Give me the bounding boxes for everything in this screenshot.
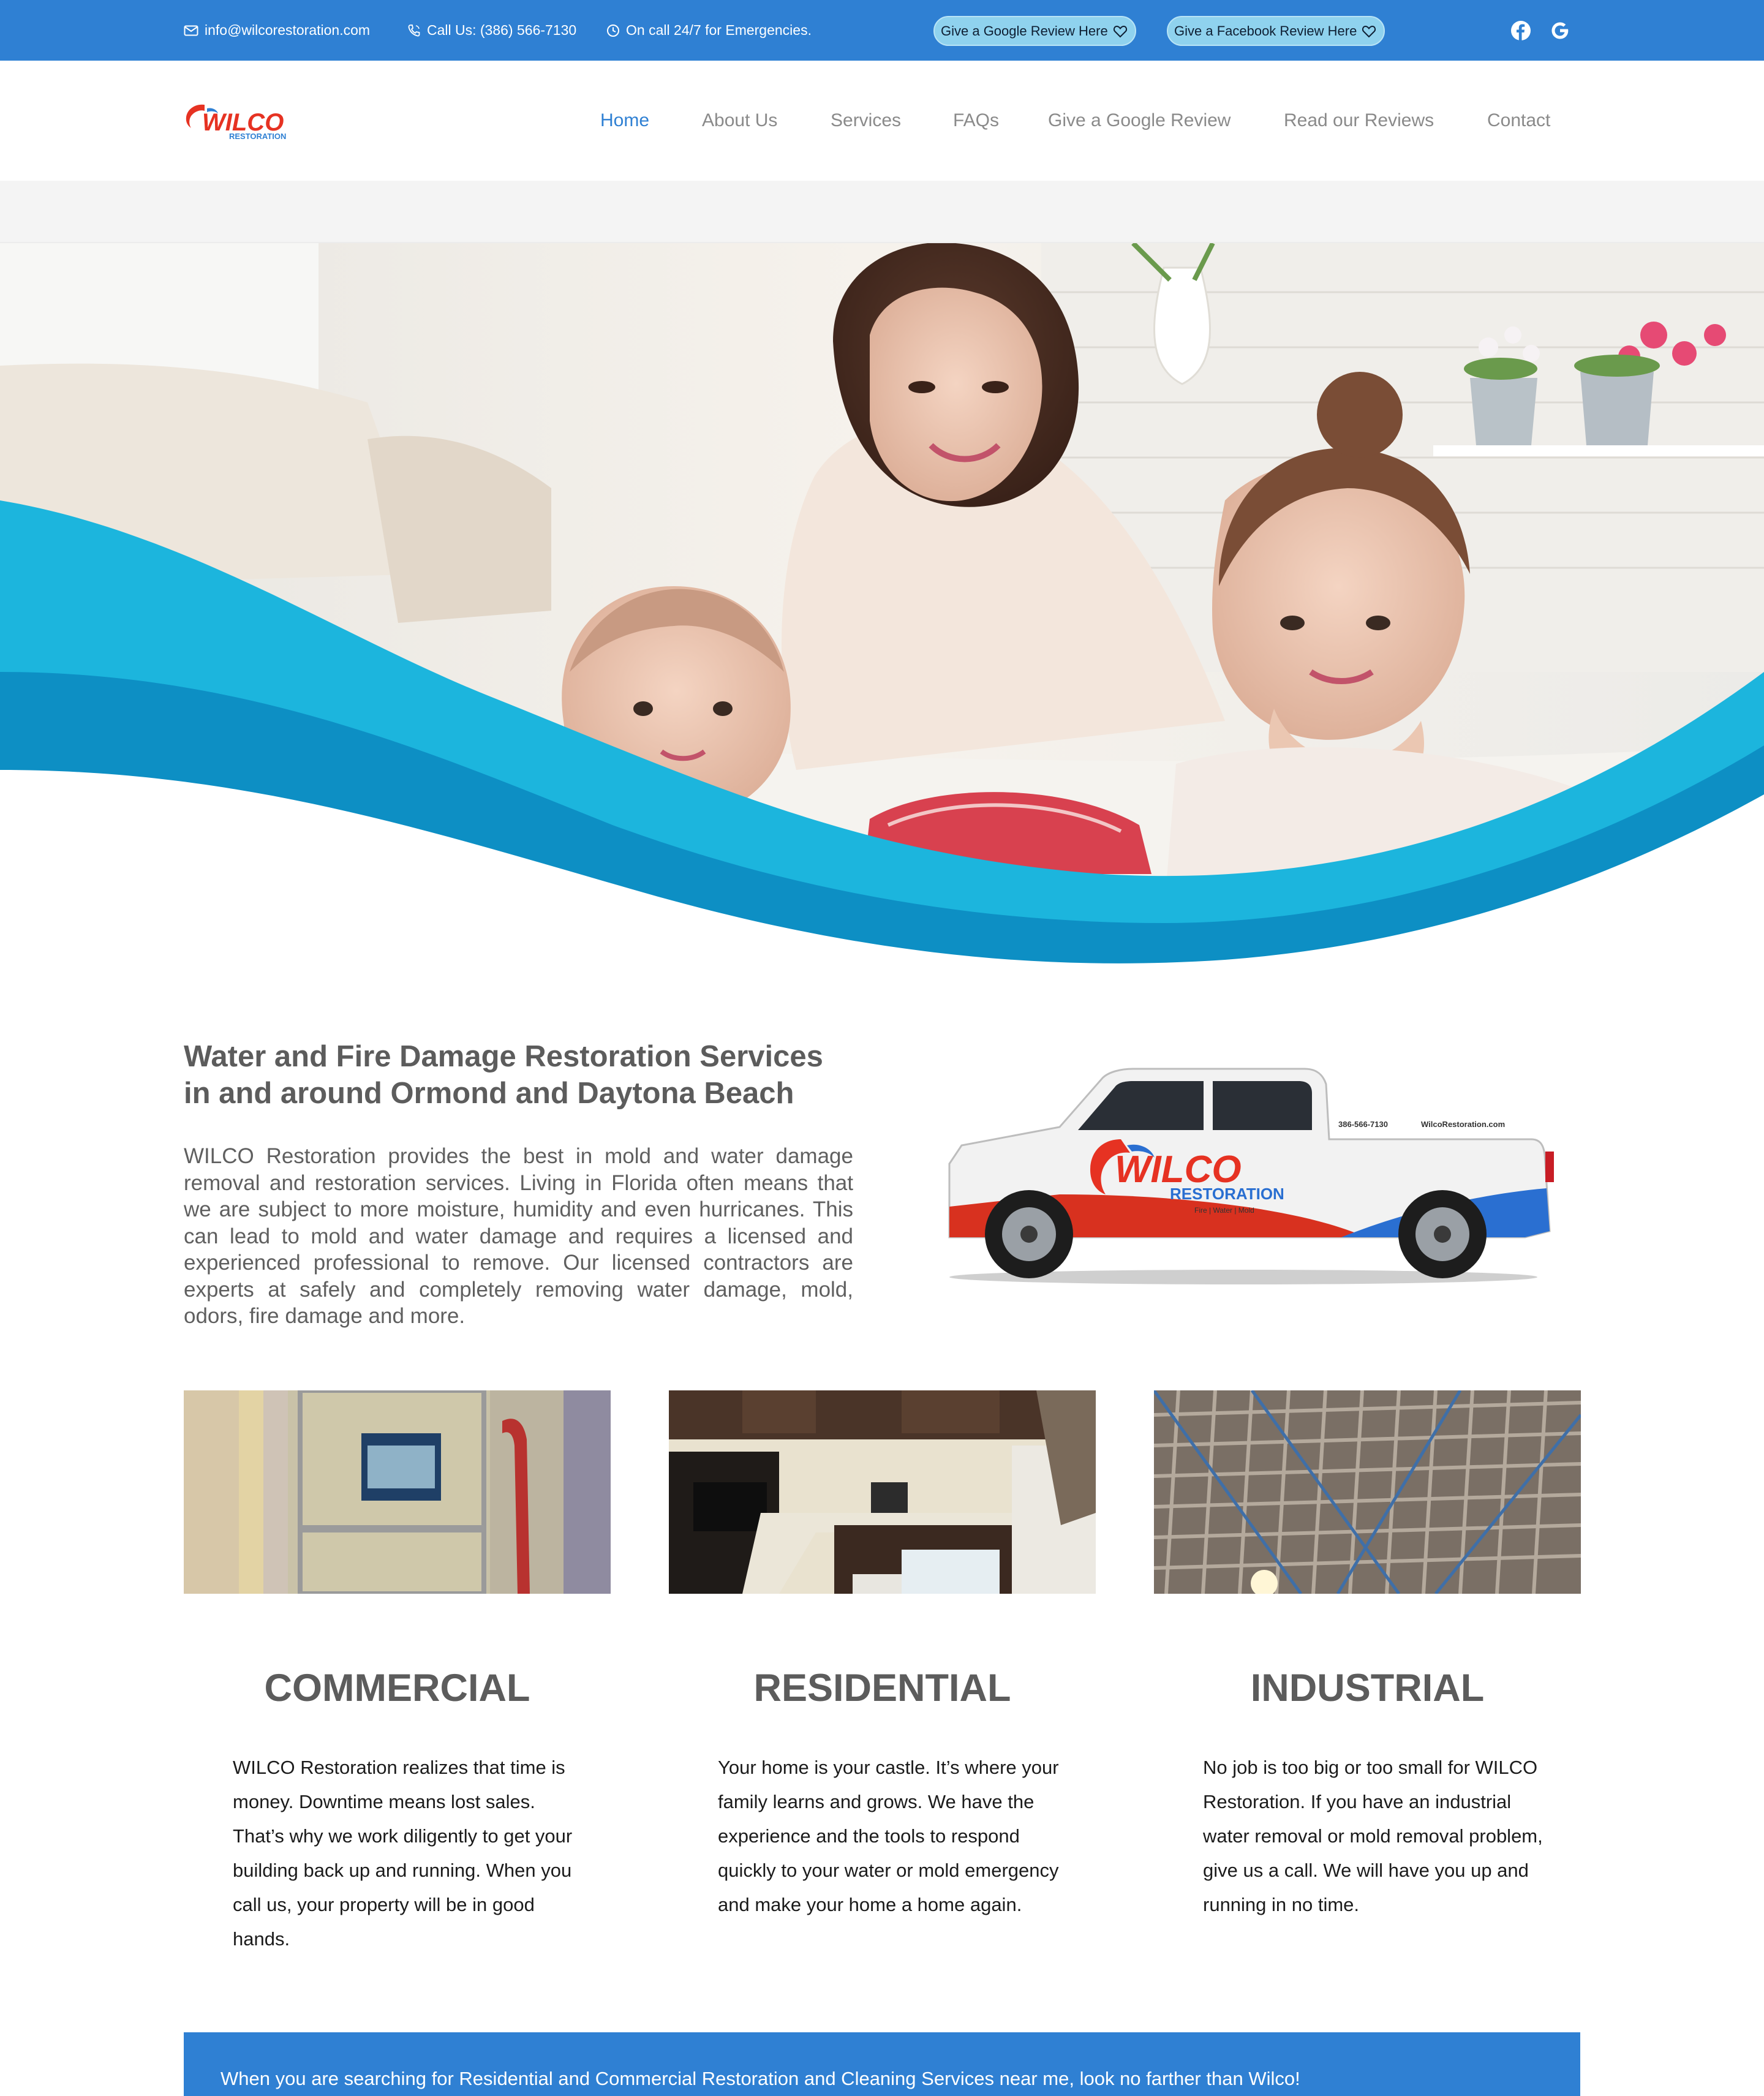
phone-icon (408, 24, 420, 37)
nav-faqs[interactable]: FAQs (953, 61, 999, 181)
industrial-heading: INDUSTRIAL (1250, 1667, 1485, 1710)
residential-text: Your home is your castle. It’s where you… (718, 1757, 1059, 1915)
nav-about-us[interactable]: About Us (702, 61, 777, 181)
truck-tagline: Fire | Water | Mold (1194, 1206, 1254, 1215)
hero-banner (0, 243, 1764, 978)
nav-contact[interactable]: Contact (1487, 61, 1550, 181)
header-spacer (0, 181, 1764, 243)
nav-read-reviews[interactable]: Read our Reviews (1284, 61, 1434, 181)
truck-website: WilcoRestoration.com (1421, 1120, 1505, 1129)
wilco-logo-graphic: WILCO RESTORATION (186, 104, 286, 141)
google-icon[interactable] (1548, 18, 1572, 43)
commercial-heading: COMMERCIAL (264, 1667, 530, 1710)
truck-phone: 386-566-7130 (1338, 1120, 1388, 1129)
facebook-icon[interactable] (1509, 18, 1533, 43)
logo-subtext: RESTORATION (229, 132, 286, 141)
facebook-review-button[interactable]: Give a Facebook Review Here (1167, 16, 1385, 46)
cta-band-text: When you are searching for Residential a… (221, 2068, 1300, 2089)
cta-band: When you are searching for Residential a… (184, 2032, 1580, 2096)
email-text: info@wilcorestoration.com (205, 22, 371, 38)
clock-icon (607, 24, 619, 37)
commercial-text: WILCO Restoration realizes that time is … (233, 1757, 573, 1950)
industrial-photo (1154, 1390, 1581, 1594)
residential-photo (669, 1390, 1096, 1594)
heart-icon (1362, 25, 1376, 37)
oncall-text: On call 24/7 for Emergencies. (626, 22, 812, 38)
oncall-info: On call 24/7 for Emergencies. (606, 0, 812, 61)
hero-image (0, 243, 1764, 978)
facebook-review-label: Give a Facebook Review Here (1174, 23, 1357, 39)
industrial-text: No job is too big or too small for WILCO… (1203, 1757, 1543, 1915)
google-review-button[interactable]: Give a Google Review Here (933, 16, 1136, 46)
nav-services[interactable]: Services (831, 61, 901, 181)
commercial-photo (184, 1390, 611, 1594)
truck-logo-subtext: RESTORATION (1170, 1185, 1284, 1203)
residential-heading: RESIDENTIAL (753, 1667, 1011, 1710)
intro-heading: Water and Fire Damage Restoration Servic… (184, 1040, 823, 1110)
top-bar: info@wilcorestoration.com Call Us: (386)… (0, 0, 1764, 61)
phone-link[interactable]: Call Us: (386) 566-7130 (407, 0, 576, 61)
phone-text: Call Us: (386) 566-7130 (427, 22, 577, 38)
site-header: WILCO RESTORATION Home About Us Services… (0, 61, 1764, 181)
truck-image: WILCO RESTORATION Fire | Water | Mold 38… (937, 1054, 1562, 1286)
nav-home[interactable]: Home (600, 61, 649, 181)
wilco-logo[interactable]: WILCO RESTORATION (184, 100, 306, 143)
email-link[interactable]: info@wilcorestoration.com (184, 0, 370, 61)
intro-paragraph: WILCO Restoration provides the best in m… (184, 1144, 853, 1328)
nav-give-google-review[interactable]: Give a Google Review (1048, 61, 1231, 181)
envelope-icon (184, 25, 198, 36)
heart-icon (1113, 25, 1127, 37)
google-review-label: Give a Google Review Here (941, 23, 1108, 39)
